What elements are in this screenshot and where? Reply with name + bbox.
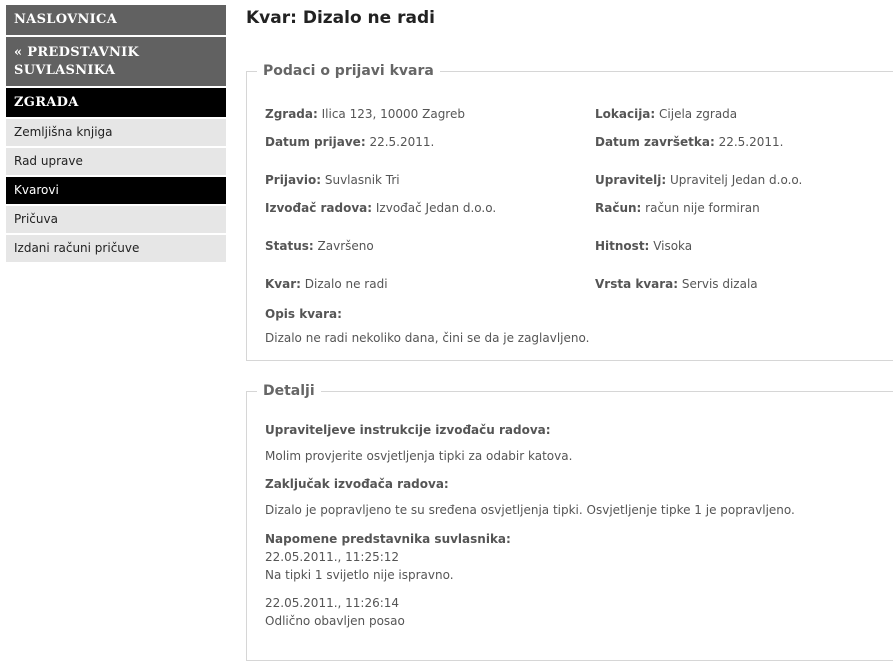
napomene-label: Napomene predstavnika suvlasnika: [265,532,511,546]
sidebar-item-pricuva[interactable]: Pričuva [6,206,226,235]
status-value: Završeno [317,239,374,253]
nav-zgrada[interactable]: ZGRADA [6,88,226,119]
field-prijavio: Prijavio: Suvlasnik Tri [265,173,400,187]
field-upravitelj: Upravitelj: Upravitelj Jedan d.o.o. [595,173,802,187]
kvar-value: Dizalo ne radi [304,277,388,291]
zgrada-value: Ilica 123, 10000 Zagreb [321,107,465,121]
sidebar-item-zemljisna-knjiga[interactable]: Zemljišna knjiga [6,119,226,148]
racun-label: Račun: [595,201,642,215]
napomena-timestamp: 22.05.2011., 11:25:12 [265,550,400,564]
racun-value: račun nije formiran [645,201,760,215]
field-racun: Račun: račun nije formiran [595,201,760,215]
sidebar-item-rad-uprave[interactable]: Rad uprave [6,148,226,177]
hitnost-value: Visoka [653,239,693,253]
field-lokacija: Lokacija: Cijela zgrada [595,107,737,121]
field-datum-prijave: Datum prijave: 22.5.2011. [265,135,434,149]
sidebar-nav: NASLOVNICA « PREDSTAVNIK SUVLASNIKA ZGRA… [6,5,226,264]
sidebar-item-kvarovi[interactable]: Kvarovi [6,177,226,206]
field-izvodac: Izvođač radova: Izvođač Jedan d.o.o. [265,201,496,215]
kvar-label: Kvar: [265,277,301,291]
upravitelj-value: Upravitelj Jedan d.o.o. [670,173,803,187]
field-vrsta-kvara: Vrsta kvara: Servis dizala [595,277,758,291]
status-label: Status: [265,239,314,253]
prijavio-value: Suvlasnik Tri [324,173,400,187]
zakljucak-value: Dizalo je popravljeno te su sređena osvj… [265,503,795,517]
hitnost-label: Hitnost: [595,239,650,253]
opis-kvara-label-text: Opis kvara: [265,307,342,321]
nav-predstavnik-suvlasnika[interactable]: « PREDSTAVNIK SUVLASNIKA [6,37,226,88]
lokacija-value: Cijela zgrada [659,107,738,121]
instrukcije-value: Molim provjerite osvjetljenja tipki za o… [265,449,573,463]
izvodac-label: Izvođač radova: [265,201,373,215]
detalji-fieldset: Detalji Upraviteljeve instrukcije izvođa… [246,383,893,661]
lokacija-label: Lokacija: [595,107,656,121]
field-kvar: Kvar: Dizalo ne radi [265,277,388,291]
prijavio-label: Prijavio: [265,173,322,187]
vrsta-kvara-label: Vrsta kvara: [595,277,679,291]
napomena-text: Na tipki 1 svijetlo nije ispravno. [265,568,454,582]
napomena-text: Odlično obavljen posao [265,614,405,628]
page-title: Kvar: Dizalo ne radi [246,8,435,28]
field-datum-zavrsetka: Datum završetka: 22.5.2011. [595,135,783,149]
opis-kvara-label: Opis kvara: [265,307,342,321]
vrsta-kvara-value: Servis dizala [681,277,758,291]
zgrada-label: Zgrada: [265,107,318,121]
nav-naslovnica[interactable]: NASLOVNICA [6,5,226,37]
field-zgrada: Zgrada: Ilica 123, 10000 Zagreb [265,107,465,121]
field-status: Status: Završeno [265,239,374,253]
zakljucak-label: Zaključak izvođača radova: [265,477,449,491]
podaci-o-prijavi-fieldset: Podaci o prijavi kvara Zgrada: Ilica 123… [246,63,893,361]
datum-zavrsetka-value: 22.5.2011. [718,135,784,149]
nav-predstavnik-line1: « PREDSTAVNIK [14,45,140,60]
field-hitnost: Hitnost: Visoka [595,239,692,253]
nav-predstavnik-line2: SUVLASNIKA [14,63,116,78]
datum-zavrsetka-label: Datum završetka: [595,135,715,149]
datum-prijave-value: 22.5.2011. [369,135,435,149]
podaci-legend: Podaci o prijavi kvara [263,63,434,79]
instrukcije-label: Upraviteljeve instrukcije izvođaču radov… [265,423,551,437]
napomena-timestamp: 22.05.2011., 11:26:14 [265,596,400,610]
datum-prijave-label: Datum prijave: [265,135,366,149]
detalji-legend: Detalji [263,383,315,399]
upravitelj-label: Upravitelj: [595,173,667,187]
sidebar-item-izdani-racuni-pricuve[interactable]: Izdani računi pričuve [6,235,226,264]
izvodac-value: Izvođač Jedan d.o.o. [375,201,497,215]
opis-kvara-value: Dizalo ne radi nekoliko dana, čini se da… [265,331,590,345]
